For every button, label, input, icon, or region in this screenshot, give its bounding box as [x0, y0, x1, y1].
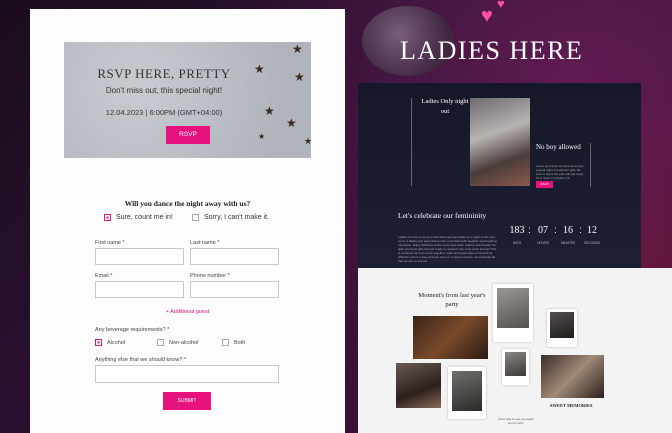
no-boy-heading: No boy allowed	[536, 143, 581, 151]
star-decoration: ★	[286, 116, 297, 130]
photo-content	[550, 312, 574, 338]
countdown-days: 183	[509, 225, 525, 236]
beverage-alcohol[interactable]: Alcohol	[95, 339, 125, 346]
polaroid-photo	[448, 367, 486, 419]
gallery-caption: Can't wait to see you again at our party…	[498, 417, 534, 425]
star-decoration: ★	[258, 132, 266, 141]
first-name-input[interactable]	[95, 248, 184, 265]
no-boy-text: Leave your boys at home and enjoy a grea…	[536, 164, 584, 180]
dance-question: Will you dance the night away with us?	[124, 199, 251, 208]
moments-heading: Moment's from last year's party	[418, 292, 486, 308]
countdown-seconds: 12	[587, 225, 597, 236]
countdown-minutes: 16	[563, 225, 573, 236]
both-label: Both	[234, 339, 246, 346]
last-name-label: Last name *	[190, 240, 220, 246]
banner-datetime: 12.04.2023 | 6:00PM (GMT+04:00)	[105, 108, 223, 117]
gallery-photo-memories	[541, 355, 604, 398]
additional-guest-link[interactable]: + Additional guest	[30, 309, 345, 315]
phone-label: Phone number *	[190, 273, 230, 279]
checkbox-non-alcohol[interactable]	[157, 339, 164, 346]
countdown-hours: 07	[538, 225, 548, 236]
polaroid-photo	[493, 284, 533, 342]
first-name-label: First name *	[95, 240, 125, 246]
last-name-input[interactable]	[190, 248, 279, 265]
photo-content	[505, 352, 526, 376]
checkbox-yes[interactable]	[104, 214, 111, 221]
else-label: Anything else that we should know? *	[95, 357, 187, 363]
polaroid-photo	[547, 309, 577, 347]
heart-icon: ♥	[481, 5, 493, 27]
email-input[interactable]	[95, 281, 184, 298]
countdown-days-label: DAYS	[512, 241, 522, 245]
sweet-memories-label: SWEET MEMORIES	[550, 403, 593, 408]
else-input[interactable]	[95, 365, 279, 383]
beverage-label: Any beverage requirements? *	[95, 327, 170, 333]
celebrate-text: Ladies, it's time to let your hair down …	[398, 235, 497, 263]
option-no[interactable]: Sorry, I can't make it.	[192, 214, 269, 221]
option-yes-label: Sure, count me in!	[116, 214, 173, 221]
gallery-photo-friends	[396, 363, 441, 408]
countdown-minutes-label: MINUTES	[560, 241, 576, 245]
option-yes[interactable]: Sure, count me in!	[104, 214, 173, 221]
celebrate-heading: Let's celebrate our femininity	[398, 211, 487, 220]
photo-content	[452, 371, 482, 411]
countdown-hours-label: HOURS	[537, 241, 549, 245]
countdown-seconds-label: SECONDS	[584, 241, 600, 245]
email-label: Email *	[95, 273, 113, 279]
polaroid-photo	[502, 349, 529, 385]
checkbox-alcohol[interactable]	[95, 339, 102, 346]
beverage-non-alcohol[interactable]: Non-alcohol	[157, 339, 198, 346]
photo-content	[497, 288, 529, 328]
divider-line	[411, 98, 412, 186]
star-decoration: ★	[292, 42, 303, 56]
banner-subtitle: Don't miss out, this special night!	[105, 86, 223, 95]
rsvp-small-button[interactable]: RSVP	[536, 181, 553, 188]
preview-title: LADIES HERE	[400, 36, 584, 65]
ladies-only-heading: Ladies Only night out	[421, 98, 469, 115]
checkbox-no[interactable]	[192, 214, 199, 221]
star-decoration: ★	[294, 70, 305, 84]
party-photo	[470, 98, 530, 186]
divider-line	[590, 143, 591, 187]
alcohol-label: Alcohol	[107, 339, 126, 346]
submit-button[interactable]: SUBMIT	[163, 392, 211, 410]
beverage-both[interactable]: Both	[222, 339, 245, 346]
star-decoration: ★	[304, 136, 313, 146]
banner-title: RSVP HERE, PRETTY	[97, 66, 231, 81]
non-alcohol-label: Non-alcohol	[169, 339, 199, 346]
rsvp-form-panel: ★ ★ ★ ★ ★ ★ ★ RSVP HERE, PRETTY Don't mi…	[30, 9, 345, 433]
gallery-photo-bar	[413, 316, 488, 359]
rsvp-button[interactable]: RSVP	[166, 126, 210, 144]
phone-input[interactable]	[190, 281, 279, 298]
star-decoration: ★	[264, 104, 275, 118]
checkbox-both[interactable]	[222, 339, 229, 346]
heart-icon: ♥	[497, 0, 505, 11]
option-no-label: Sorry, I can't make it.	[204, 214, 270, 221]
rsvp-banner: ★ ★ ★ ★ ★ ★ ★ RSVP HERE, PRETTY Don't mi…	[64, 42, 313, 158]
